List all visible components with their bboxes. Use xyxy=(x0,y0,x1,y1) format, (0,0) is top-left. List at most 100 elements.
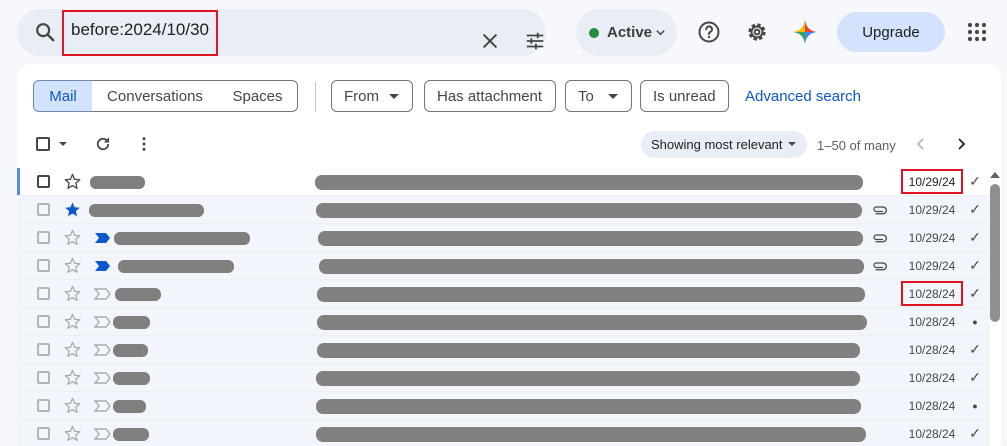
redacted-sender xyxy=(118,260,234,273)
search-query-highlight xyxy=(62,10,218,56)
redacted-subject xyxy=(316,427,866,442)
gemini-sparkle-icon[interactable] xyxy=(792,19,818,45)
close-icon[interactable] xyxy=(479,30,501,52)
important-outline-icon[interactable] xyxy=(94,428,112,440)
important-outline-icon[interactable] xyxy=(94,344,112,356)
star-icon[interactable] xyxy=(64,229,81,246)
important-outline-icon[interactable] xyxy=(94,288,112,300)
advanced-search-link[interactable]: Advanced search xyxy=(745,88,861,105)
chevron-down-icon xyxy=(788,142,796,146)
refresh-icon[interactable] xyxy=(94,135,112,153)
important-outline-icon[interactable] xyxy=(94,372,112,384)
chip-divider xyxy=(315,82,316,112)
email-row[interactable]: 10/28/24 ✓ xyxy=(17,280,990,308)
from-filter-chip[interactable]: From xyxy=(331,80,413,112)
gear-icon[interactable] xyxy=(745,20,769,44)
scroll-up-arrow[interactable] xyxy=(990,172,1000,178)
email-row[interactable]: 10/28/24 ✓ xyxy=(17,336,990,364)
upgrade-button[interactable]: Upgrade xyxy=(837,12,945,52)
email-date: 10/28/24 xyxy=(908,399,956,413)
sort-dropdown[interactable]: Showing most relevant xyxy=(641,131,807,158)
search-icon[interactable] xyxy=(34,21,56,43)
date-highlight xyxy=(901,281,963,306)
more-vert-icon[interactable] xyxy=(135,135,153,153)
email-row[interactable]: 10/29/24 ✓ xyxy=(17,224,990,252)
star-icon[interactable] xyxy=(64,341,81,358)
status-dot xyxy=(589,28,599,38)
email-date: 10/28/24 xyxy=(908,343,956,357)
status-dropdown[interactable]: Active xyxy=(576,9,677,56)
important-marker-icon[interactable] xyxy=(94,260,112,272)
redacted-sender xyxy=(113,400,146,413)
attachment-icon xyxy=(873,262,887,271)
redacted-subject xyxy=(317,343,860,358)
important-outline-icon[interactable] xyxy=(94,400,112,412)
email-date: 10/28/24 xyxy=(908,315,956,329)
star-icon[interactable] xyxy=(64,313,81,330)
redacted-subject xyxy=(316,203,862,218)
redacted-subject xyxy=(317,315,867,330)
tab-conversations[interactable]: Conversations xyxy=(92,80,219,112)
redacted-sender xyxy=(113,316,150,329)
unread-dot-icon: ● xyxy=(972,317,978,327)
is-unread-chip[interactable]: Is unread xyxy=(640,80,729,112)
important-outline-icon[interactable] xyxy=(94,316,112,328)
row-checkbox[interactable] xyxy=(37,427,50,440)
row-checkbox[interactable] xyxy=(37,371,50,384)
email-row[interactable]: 10/29/24 ✓ xyxy=(17,196,990,224)
unread-dot-icon: ● xyxy=(972,401,978,411)
row-checkbox[interactable] xyxy=(37,175,50,188)
select-menu-caret-icon[interactable] xyxy=(59,142,67,146)
email-row[interactable]: 10/28/24 ● xyxy=(17,392,990,420)
email-row[interactable]: 10/29/24 ✓ xyxy=(17,252,990,280)
important-marker-icon[interactable] xyxy=(94,232,112,244)
star-icon[interactable] xyxy=(64,257,81,274)
tab-spaces[interactable]: Spaces xyxy=(218,80,298,112)
email-row[interactable]: 10/29/24 ✓ xyxy=(17,168,990,196)
select-all-checkbox[interactable] xyxy=(36,137,50,151)
email-date: 10/29/24 xyxy=(908,259,956,273)
email-row[interactable]: 10/28/24 ✓ xyxy=(17,364,990,392)
check-icon: ✓ xyxy=(969,369,981,385)
chevron-right-icon[interactable] xyxy=(953,136,969,152)
row-checkbox[interactable] xyxy=(37,343,50,356)
redacted-subject xyxy=(318,231,863,246)
check-icon: ✓ xyxy=(969,201,981,217)
search-options-icon[interactable] xyxy=(523,30,547,52)
redacted-sender xyxy=(113,372,150,385)
row-checkbox[interactable] xyxy=(37,287,50,300)
email-date: 10/29/24 xyxy=(908,203,956,217)
from-filter-label: From xyxy=(344,87,379,105)
star-icon[interactable] xyxy=(64,397,81,414)
row-checkbox[interactable] xyxy=(37,399,50,412)
is-unread-label: Is unread xyxy=(653,87,716,105)
has-attachment-chip[interactable]: Has attachment xyxy=(424,80,556,112)
redacted-subject xyxy=(317,287,865,302)
scrollbar-thumb[interactable] xyxy=(990,184,1000,322)
row-checkbox[interactable] xyxy=(37,315,50,328)
email-row[interactable]: 10/28/24 ✓ xyxy=(17,420,990,446)
check-icon: ✓ xyxy=(969,229,981,245)
redacted-subject xyxy=(316,399,861,414)
chevron-left-icon[interactable] xyxy=(913,136,929,152)
star-icon[interactable] xyxy=(64,425,81,442)
star-filled-icon[interactable] xyxy=(64,201,81,218)
apps-grid-icon[interactable] xyxy=(967,22,987,42)
star-icon[interactable] xyxy=(64,369,81,386)
row-checkbox[interactable] xyxy=(37,203,50,216)
help-icon[interactable] xyxy=(697,20,721,44)
email-row[interactable]: 10/28/24 ● xyxy=(17,308,990,336)
chevron-down-icon xyxy=(389,94,399,99)
email-date: 10/29/24 xyxy=(908,231,956,245)
redacted-sender xyxy=(113,344,148,357)
date-highlight xyxy=(901,169,963,194)
star-icon[interactable] xyxy=(64,285,81,302)
star-icon[interactable] xyxy=(64,173,81,190)
row-checkbox[interactable] xyxy=(37,231,50,244)
tab-mail[interactable]: Mail xyxy=(33,80,93,112)
row-checkbox[interactable] xyxy=(37,259,50,272)
attachment-icon xyxy=(873,206,887,215)
has-attachment-label: Has attachment xyxy=(437,87,543,105)
redacted-sender xyxy=(90,176,145,189)
to-filter-chip[interactable]: To xyxy=(565,80,632,112)
